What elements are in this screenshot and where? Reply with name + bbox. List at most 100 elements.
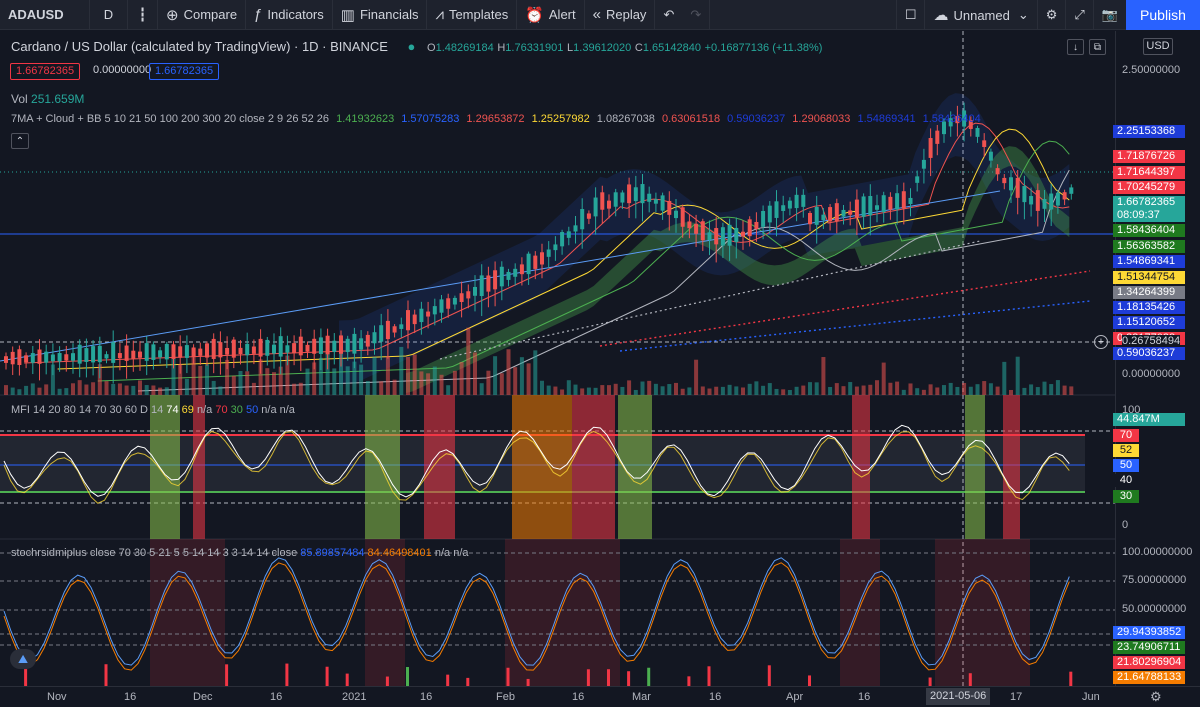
volume-bar bbox=[660, 386, 665, 395]
volume-legend[interactable]: Vol 251.659M bbox=[11, 92, 84, 106]
currency-button[interactable]: USD bbox=[1143, 38, 1173, 55]
stoch-zone bbox=[150, 539, 225, 686]
close-value: 1.65142840 bbox=[642, 42, 701, 54]
buy-price: 1.66782365 bbox=[155, 65, 214, 77]
buy-price-box[interactable]: 1.66782365 bbox=[149, 63, 220, 80]
stoch-legend[interactable]: stochrsidmiplus close 70 30 5 21 5 5 14 … bbox=[11, 547, 469, 559]
volume-bar bbox=[540, 380, 544, 395]
candles-icon: ┇ bbox=[138, 6, 147, 22]
candle-body bbox=[191, 347, 196, 357]
volume-bar bbox=[272, 372, 276, 395]
time-axis-label: 16 bbox=[858, 691, 871, 703]
chart-canvas[interactable] bbox=[0, 31, 1115, 686]
price-axis-label: 2.50000000 bbox=[1122, 64, 1181, 76]
mfi-highlight-zone bbox=[193, 395, 205, 539]
stoch-label: stochrsidmiplus close 70 30 5 21 5 5 14 … bbox=[11, 547, 298, 559]
candle-body bbox=[1055, 192, 1060, 206]
volume-bar bbox=[1009, 389, 1013, 395]
replay-button[interactable]: « Replay bbox=[585, 0, 656, 30]
ma-legend-value: 1.41932623 bbox=[333, 113, 395, 125]
candle-body bbox=[533, 255, 538, 269]
candle-body bbox=[908, 197, 913, 204]
candle-body bbox=[761, 210, 766, 227]
candle-body bbox=[674, 210, 678, 219]
interval-button[interactable]: D bbox=[90, 0, 128, 30]
gear-icon: ⚙ bbox=[1045, 7, 1058, 22]
candle-body bbox=[372, 332, 377, 344]
stoch-signal-bar bbox=[526, 678, 530, 686]
scroll-down-button[interactable]: ↓ bbox=[1067, 39, 1084, 55]
templates-button[interactable]: ⩘ Templates bbox=[427, 0, 518, 30]
volume-bar bbox=[975, 384, 980, 395]
chart-type-button[interactable]: ┇ bbox=[128, 0, 158, 30]
volume-bar bbox=[345, 366, 350, 395]
chart-area[interactable]: Cardano / US Dollar (calculated by Tradi… bbox=[0, 31, 1115, 686]
volume-bar bbox=[828, 386, 833, 395]
candle-body bbox=[345, 338, 350, 353]
undo-button[interactable]: ↶ bbox=[655, 0, 682, 30]
time-axis-label: Jun bbox=[1082, 691, 1100, 703]
alert-button[interactable]: ⏰ Alert bbox=[517, 0, 585, 30]
volume-bar bbox=[935, 387, 940, 395]
fullscreen-layout-button[interactable]: ☐ bbox=[895, 0, 926, 30]
candle-body bbox=[352, 333, 357, 354]
layout-name-button[interactable]: ☁ Unnamed ⌄ bbox=[925, 0, 1038, 30]
volume-bar bbox=[620, 386, 625, 395]
maximize-pane-button[interactable]: ⧉ bbox=[1089, 39, 1106, 55]
time-axis[interactable]: Nov 16 Dec 16 2021 16 Feb 16 Mar 16 Apr 16 2021-05-0… bbox=[0, 686, 1200, 707]
fullscreen-button[interactable]: ⤢ bbox=[1066, 0, 1094, 30]
add-alert-plus-button[interactable]: + bbox=[1094, 335, 1108, 349]
indicators-label: Indicators bbox=[267, 7, 324, 22]
volume-bar bbox=[895, 381, 900, 395]
candle-body bbox=[265, 339, 270, 356]
mfi-legend[interactable]: MFI 14 20 80 14 70 30 60 D 14 74 69 n/a … bbox=[11, 404, 295, 416]
volume-bar bbox=[10, 387, 15, 395]
collapse-legend-button[interactable]: ⌃ bbox=[11, 133, 29, 149]
mfi-highlight-zone bbox=[572, 395, 615, 539]
indicators-button[interactable]: ƒ Indicators bbox=[246, 0, 333, 30]
stoch-signal-bar bbox=[1069, 671, 1073, 686]
financials-button[interactable]: ▥ Financials bbox=[333, 0, 428, 30]
snapshot-button[interactable]: 📷 bbox=[1094, 0, 1126, 30]
volume-bar bbox=[1035, 387, 1040, 395]
candle-body bbox=[975, 127, 980, 137]
candle-body bbox=[493, 270, 498, 290]
stoch-signal-bar bbox=[707, 666, 711, 686]
candle-body bbox=[452, 297, 457, 305]
volume-bar bbox=[821, 357, 826, 395]
candle-body bbox=[787, 200, 792, 209]
candle-body bbox=[432, 306, 437, 315]
candle-body bbox=[17, 349, 22, 365]
candle-body bbox=[111, 342, 116, 363]
tradingview-logo[interactable]: ⛰ bbox=[10, 649, 36, 669]
settings-button[interactable]: ⚙ bbox=[1038, 0, 1067, 30]
stoch-axis-label: 75.00000000 bbox=[1122, 574, 1187, 586]
volume-bar bbox=[1055, 380, 1060, 395]
volume-bar bbox=[928, 384, 933, 395]
volume-bar bbox=[627, 380, 632, 395]
ma-legend-value: 1.29653872 bbox=[463, 113, 525, 125]
publish-button[interactable]: Publish bbox=[1126, 0, 1200, 30]
redo-button[interactable]: ↷ bbox=[682, 0, 711, 30]
sell-price-box[interactable]: 1.66782365 bbox=[10, 63, 81, 80]
compare-button[interactable]: ⊕ Compare bbox=[158, 0, 247, 30]
symbol-search[interactable]: ADAUSD bbox=[0, 0, 90, 30]
volume-bar bbox=[741, 387, 745, 395]
candle-body bbox=[854, 199, 859, 218]
volume-bar bbox=[218, 386, 223, 395]
mfi-value-1: 74 bbox=[166, 404, 179, 416]
volume-bar bbox=[868, 384, 873, 395]
candle-body bbox=[1049, 193, 1054, 210]
stoch-axis-label: 100.00000000 bbox=[1122, 546, 1193, 558]
mfi-value-3: n/a bbox=[196, 404, 213, 416]
ma-legend-value: 1.54869341 bbox=[854, 113, 916, 125]
candle-body bbox=[888, 196, 893, 210]
financials-label: Financials bbox=[359, 7, 419, 22]
volume-bar bbox=[379, 381, 384, 395]
axis-settings-button[interactable]: ⚙ bbox=[1150, 689, 1162, 705]
mfi-axis-label: 100 bbox=[1122, 404, 1141, 416]
candle-body bbox=[566, 231, 571, 238]
candle-body bbox=[332, 340, 337, 352]
volume-bar bbox=[901, 389, 906, 395]
ma-legend[interactable]: 7MA + Cloud + BB 5 10 21 50 100 200 300 … bbox=[11, 113, 981, 125]
